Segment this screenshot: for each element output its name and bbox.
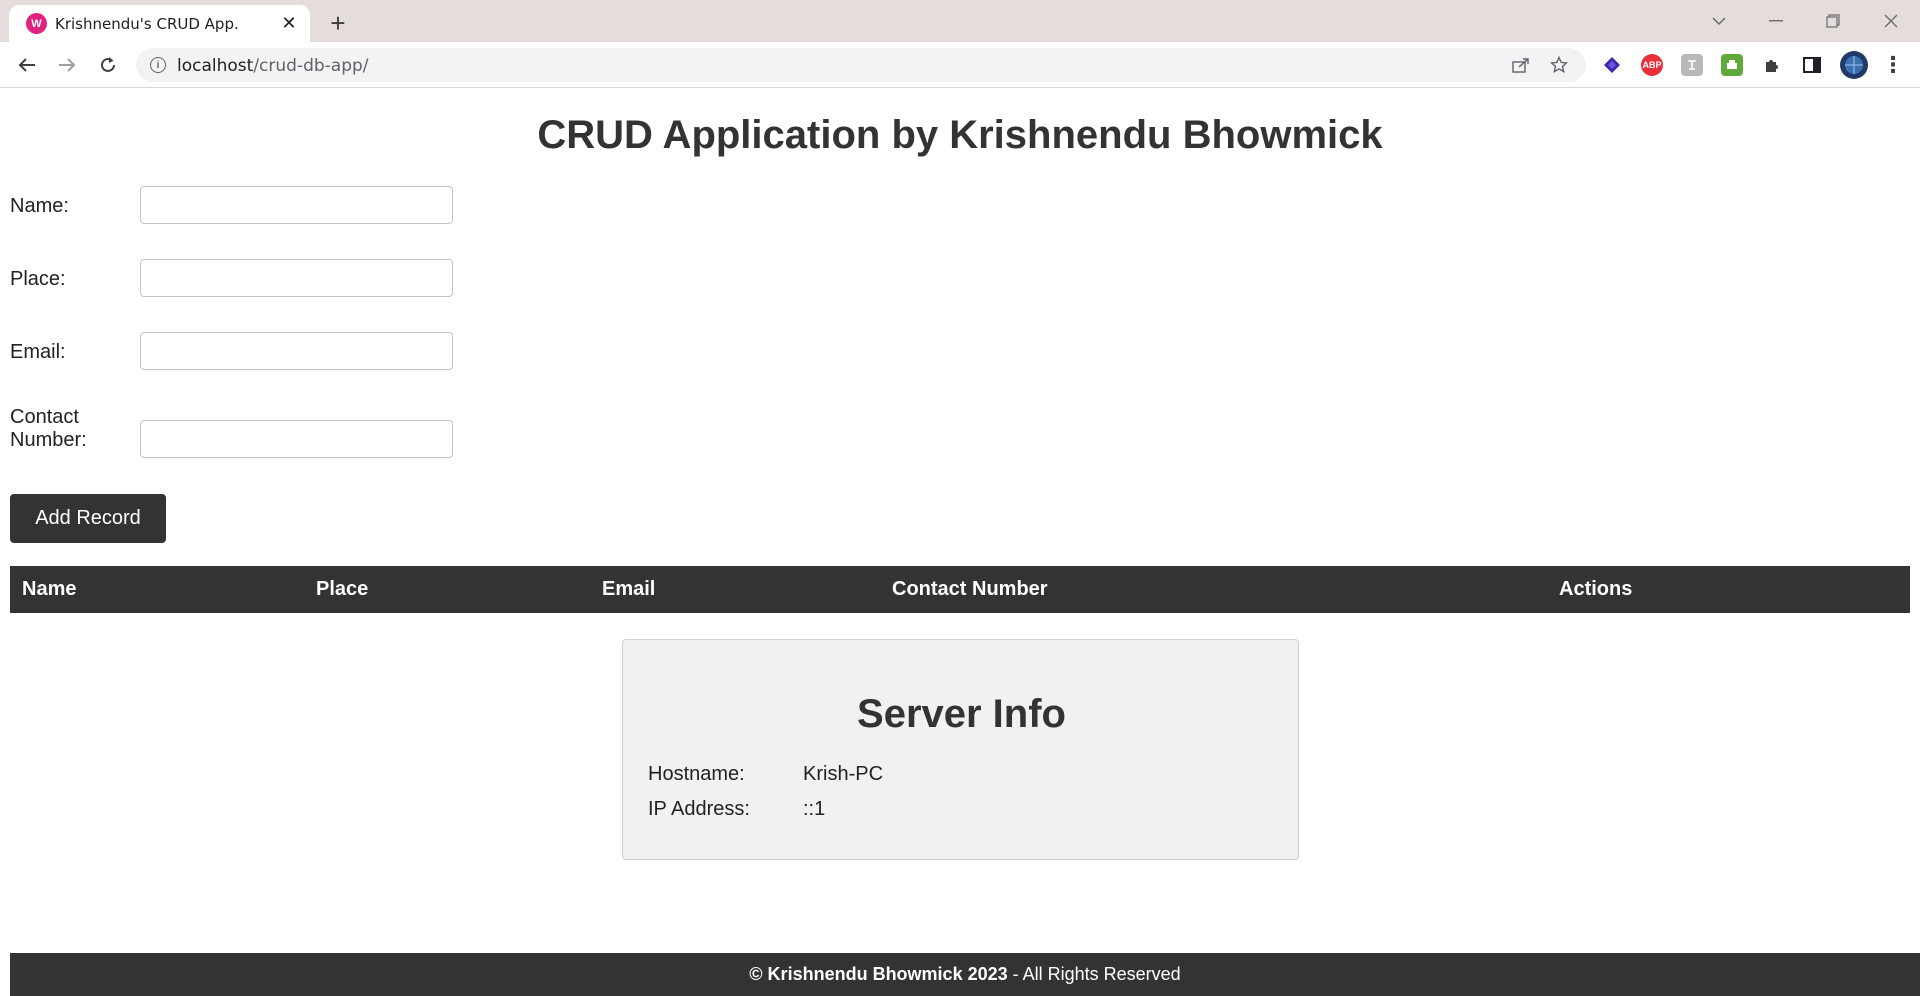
puzzle-icon[interactable] xyxy=(1761,54,1783,76)
contact-row: Contact Number: xyxy=(10,406,510,462)
page-title: CRUD Application by Krishnendu Bhowmick xyxy=(537,113,1383,157)
forward-arrow-icon[interactable] xyxy=(52,50,82,80)
records-table-header: Name Place Email Contact Number Actions xyxy=(10,566,1910,613)
new-tab-button[interactable]: + xyxy=(324,9,352,37)
url-text: localhost/crud-db-app/ xyxy=(177,56,369,76)
column-header-contact-number: Contact Number xyxy=(892,578,1048,600)
profile-avatar[interactable] xyxy=(1840,51,1868,79)
column-header-place: Place xyxy=(316,578,369,600)
hostname-value: Krish-PC xyxy=(803,763,884,785)
back-arrow-icon[interactable] xyxy=(12,50,42,80)
adblock-ext-icon[interactable]: ABP xyxy=(1641,54,1663,76)
footer-copyright: © Krishnendu Bhowmick 2023 xyxy=(749,964,1008,984)
url-path: /crud-db-app/ xyxy=(253,56,369,76)
page-footer: © Krishnendu Bhowmick 2023 - All Rights … xyxy=(10,953,1920,996)
name-label: Name: xyxy=(10,195,69,217)
name-input[interactable] xyxy=(140,186,453,224)
print-ext-icon[interactable] xyxy=(1721,54,1743,76)
restore-icon[interactable] xyxy=(1818,8,1848,34)
name-row: Name: xyxy=(10,186,510,226)
column-header-email: Email xyxy=(602,578,656,600)
contact-number-input[interactable] xyxy=(140,420,453,458)
contact-number-label: Contact Number: xyxy=(10,406,87,451)
share-icon[interactable] xyxy=(1510,54,1532,76)
email-input[interactable] xyxy=(140,332,453,370)
layers-ext-icon[interactable] xyxy=(1601,54,1623,76)
ip-address-label: IP Address: xyxy=(648,798,750,820)
browser-tab-strip: W Krishnendu's CRUD App. ✕ + xyxy=(0,0,1920,42)
url-host: localhost xyxy=(177,56,254,76)
tab-favicon-icon: W xyxy=(26,13,47,34)
place-label: Place: xyxy=(10,268,66,290)
ip-address-value: ::1 xyxy=(803,798,826,820)
server-info-panel: Server Info Hostname: Krish-PC IP Addres… xyxy=(622,639,1299,860)
close-window-icon[interactable] xyxy=(1876,8,1906,34)
place-row: Place: xyxy=(10,259,510,299)
add-record-button[interactable]: Add Record xyxy=(10,494,166,543)
server-info-title: Server Info xyxy=(857,692,1066,736)
email-label: Email: xyxy=(10,341,66,363)
tab-title: Krishnendu's CRUD App. xyxy=(55,15,239,33)
column-header-name: Name xyxy=(22,578,77,600)
tab-close-icon[interactable]: ✕ xyxy=(277,11,301,35)
side-panel-icon[interactable] xyxy=(1801,54,1823,76)
email-row: Email: xyxy=(10,332,510,372)
translate-ext-icon[interactable] xyxy=(1681,54,1703,76)
footer-rights: - All Rights Reserved xyxy=(1007,964,1181,984)
browser-toolbar: i localhost/crud-db-app/ ABP ⋮ xyxy=(0,42,1920,88)
bookmark-star-icon[interactable] xyxy=(1548,54,1570,76)
browser-tab[interactable]: W Krishnendu's CRUD App. ✕ xyxy=(9,5,310,42)
hostname-label: Hostname: xyxy=(648,763,745,785)
page-content: CRUD Application by Krishnendu Bhowmick … xyxy=(0,89,1920,996)
site-info-icon[interactable]: i xyxy=(150,57,166,73)
tab-search-chevron-icon[interactable] xyxy=(1704,8,1734,34)
address-bar[interactable]: i localhost/crud-db-app/ xyxy=(136,48,1586,82)
place-input[interactable] xyxy=(140,259,453,297)
kebab-menu-icon[interactable]: ⋮ xyxy=(1882,52,1904,77)
column-header-actions: Actions xyxy=(1559,578,1633,600)
minimize-icon[interactable] xyxy=(1761,8,1791,34)
reload-icon[interactable] xyxy=(93,50,123,80)
